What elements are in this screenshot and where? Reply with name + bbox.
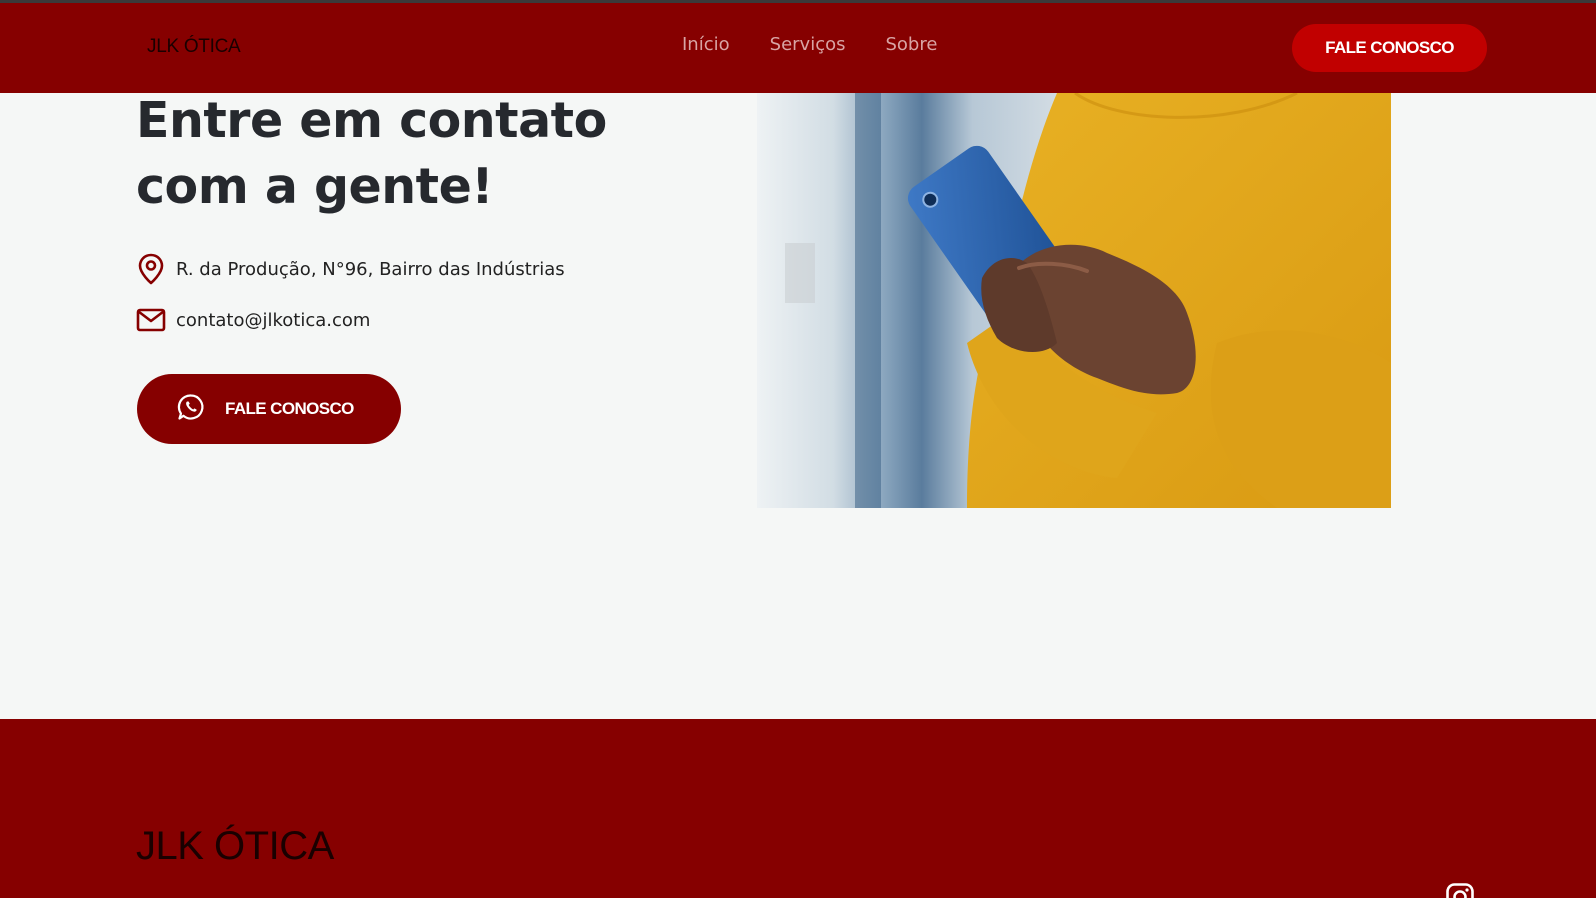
site-footer: JLK ÓTICA [0, 719, 1596, 898]
email-row: contato@jlkotica.com [136, 304, 370, 336]
contact-heading: Entre em contato com a gente! [136, 88, 696, 220]
nav-link-inicio[interactable]: Início [682, 34, 730, 55]
email-text[interactable]: contato@jlkotica.com [176, 310, 370, 331]
nav-link-servicos[interactable]: Serviços [770, 34, 846, 55]
site-header: JLK ÓTICA Início Serviços Sobre FALE CON… [0, 3, 1596, 93]
header-contact-button[interactable]: FALE CONOSCO [1292, 24, 1487, 72]
mail-icon [136, 304, 166, 336]
instagram-icon[interactable] [1445, 882, 1475, 898]
contact-heading-line2: com a gente! [136, 158, 494, 215]
address-text: R. da Produção, N°96, Bairro das Indústr… [176, 258, 565, 280]
map-pin-icon [136, 253, 166, 285]
whatsapp-icon [177, 393, 205, 425]
whatsapp-button-label: FALE CONOSCO [225, 399, 354, 418]
header-logo[interactable]: JLK ÓTICA [147, 36, 241, 58]
contact-heading-line1: Entre em contato [136, 92, 607, 149]
nav-link-sobre[interactable]: Sobre [885, 34, 937, 55]
main-nav: Início Serviços Sobre [682, 34, 937, 55]
whatsapp-contact-button[interactable]: FALE CONOSCO [137, 374, 401, 444]
address-row: R. da Produção, N°96, Bairro das Indústr… [136, 253, 565, 285]
contact-photo [757, 93, 1391, 508]
footer-logo[interactable]: JLK ÓTICA [136, 824, 334, 869]
